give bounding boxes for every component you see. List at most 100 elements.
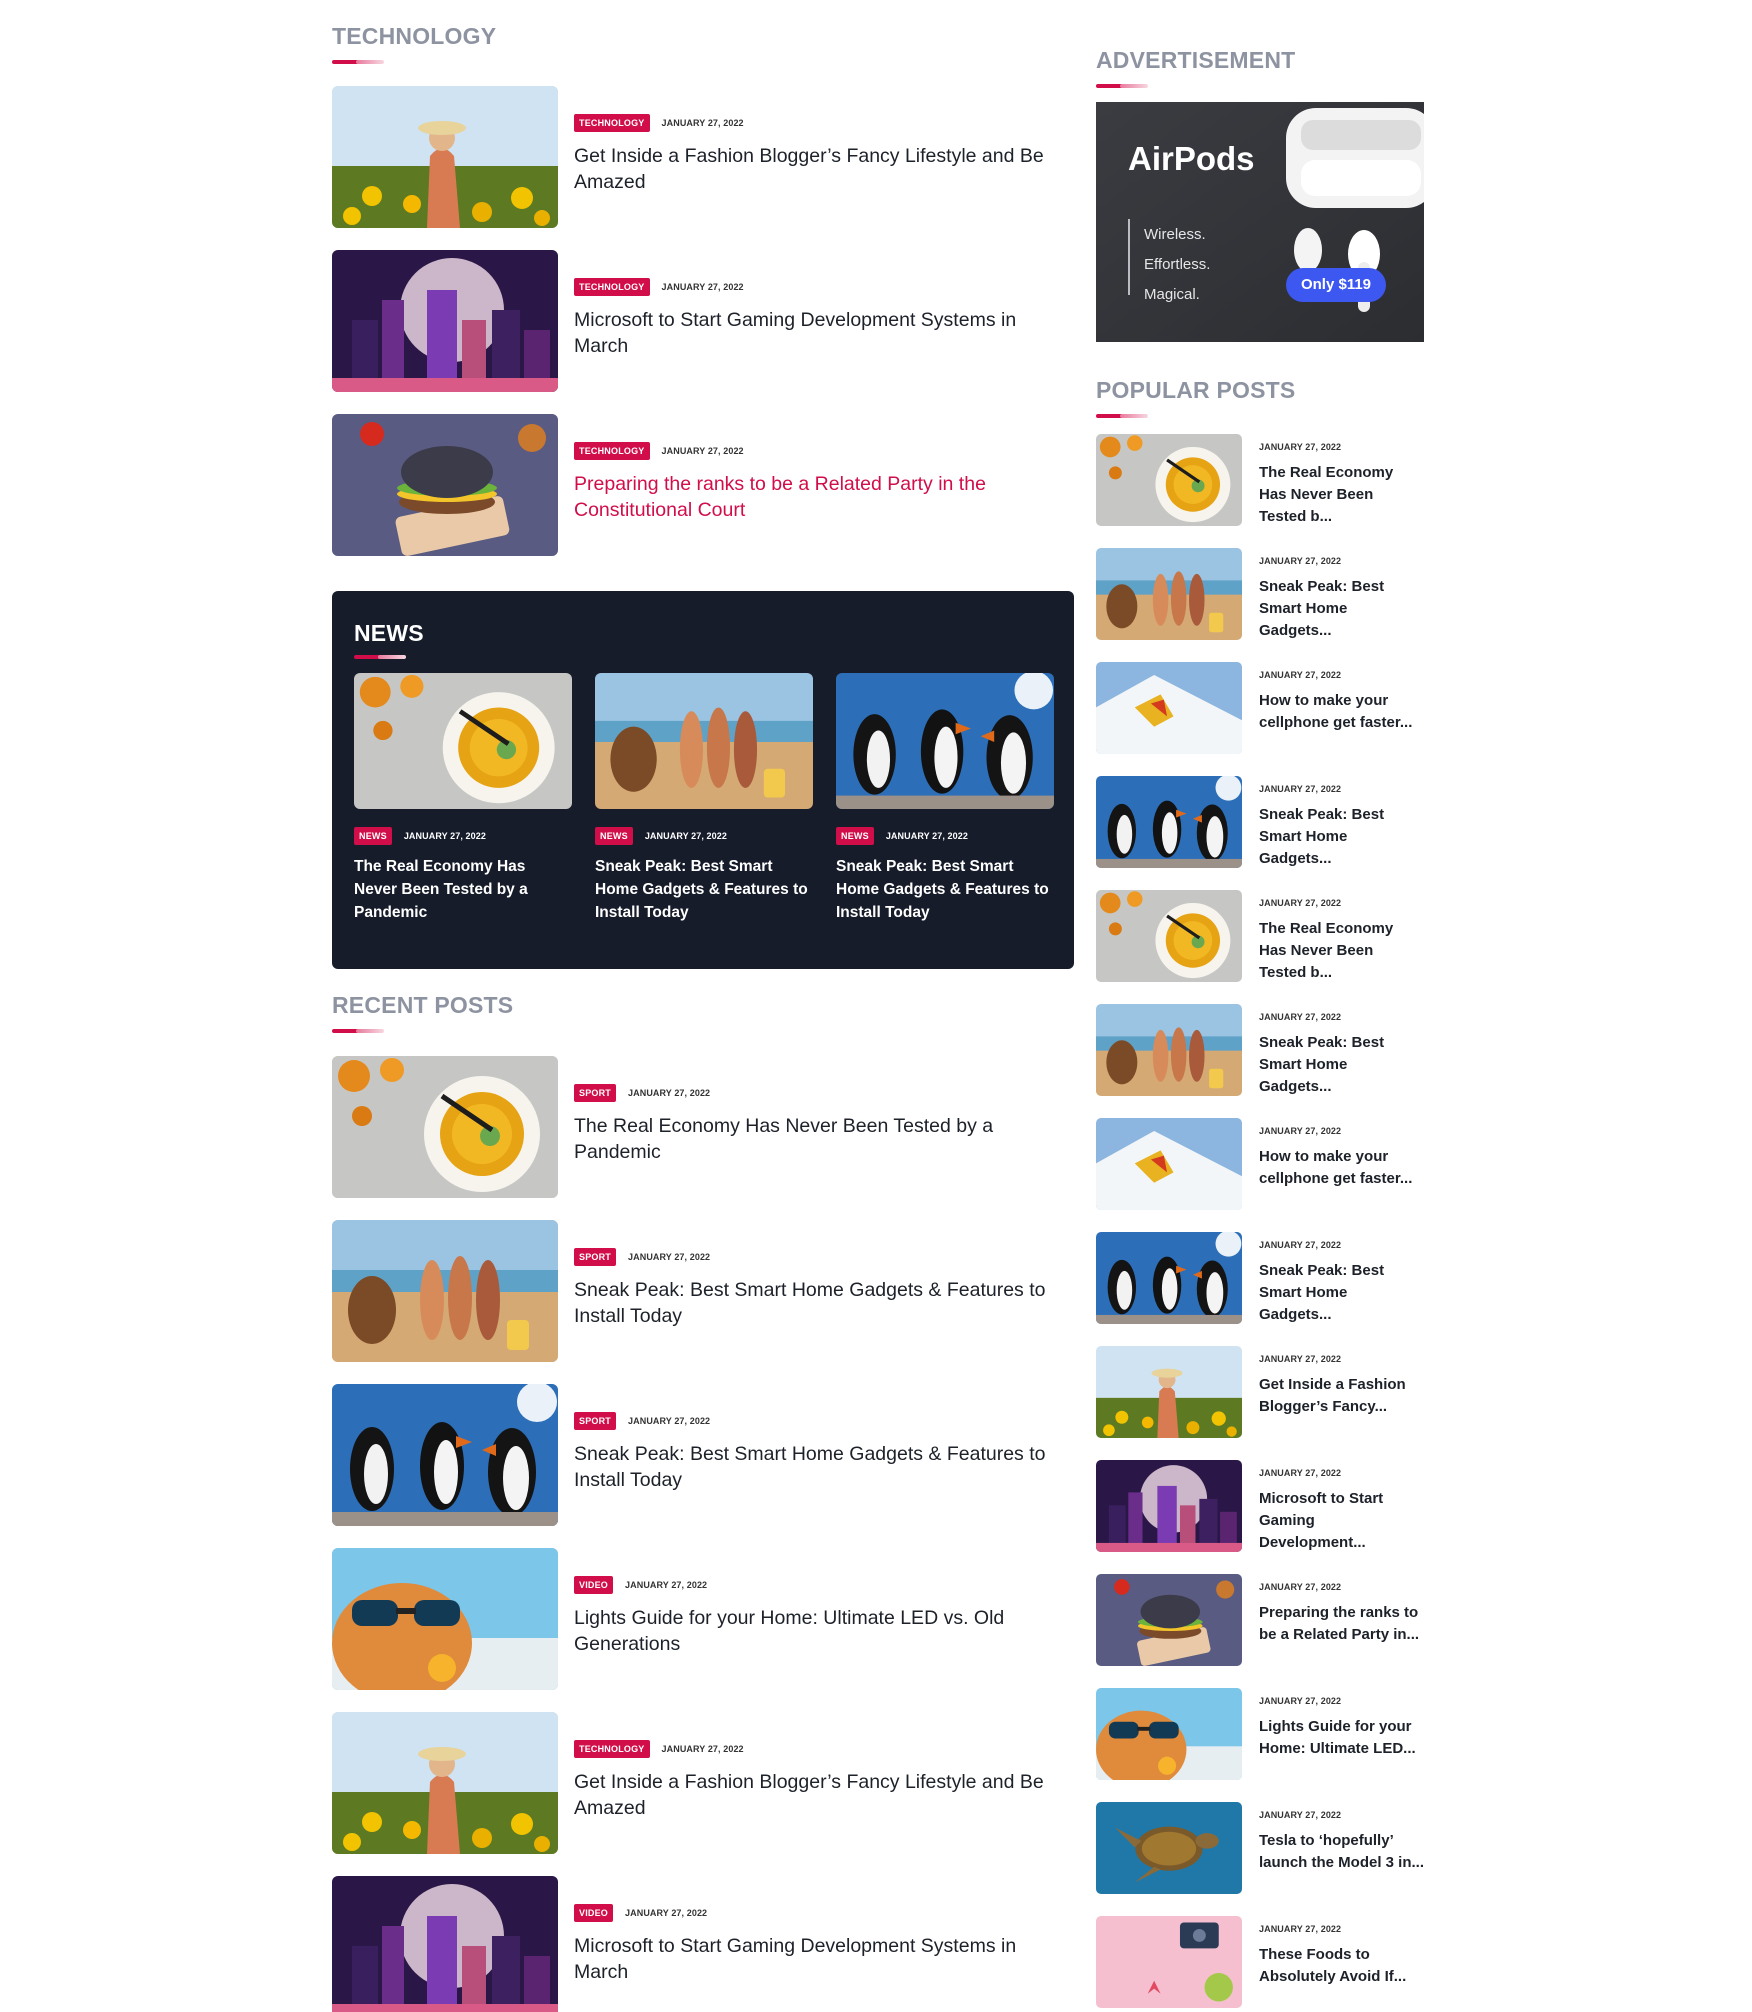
popular-post-title-link[interactable]: Sneak Peak: Best Smart Home Gadgets... <box>1259 804 1424 870</box>
category-badge[interactable]: TECHNOLOGY <box>574 442 650 460</box>
post-thumbnail[interactable] <box>332 1220 558 1362</box>
post-title-link[interactable]: Microsoft to Start Gaming Development Sy… <box>574 307 1074 359</box>
popular-post-thumbnail[interactable] <box>1096 434 1242 526</box>
popular-post-title-link[interactable]: The Real Economy Has Never Been Tested b… <box>1259 918 1424 984</box>
post-thumbnail[interactable] <box>332 250 558 392</box>
post-row[interactable]: TECHNOLOGY JANUARY 27, 2022 Get Inside a F… <box>332 86 1074 228</box>
post-title-link[interactable]: Get Inside a Fashion Blogger’s Fancy Lif… <box>574 143 1074 195</box>
post-date: JANUARY 27, 2022 <box>1259 1810 1342 1820</box>
category-badge[interactable]: SPORT <box>574 1412 617 1430</box>
post-title-link[interactable]: The Real Economy Has Never Been Tested b… <box>574 1113 1074 1165</box>
post-body: VIDEO JANUARY 27, 2022 Microsoft to Start … <box>574 1904 1074 1985</box>
popular-post-thumbnail[interactable] <box>1096 1574 1242 1666</box>
popular-post-item[interactable]: JANUARY 27, 2022 These Foods to Absolutel… <box>1096 1916 1424 2008</box>
popular-post-title-link[interactable]: How to make your cellphone get faster... <box>1259 1146 1424 1190</box>
popular-post-title-link[interactable]: Sneak Peak: Best Smart Home Gadgets... <box>1259 576 1424 642</box>
news-card[interactable]: NEWS JANUARY 27, 2022 Sneak Peak: Best Sma… <box>836 673 1054 924</box>
post-row[interactable]: VIDEO JANUARY 27, 2022 Lights Guide for yo… <box>332 1548 1074 1690</box>
popular-post-item[interactable]: JANUARY 27, 2022 Lights Guide for your Ho… <box>1096 1688 1424 1780</box>
news-title-link[interactable]: Sneak Peak: Best Smart Home Gadgets & Fe… <box>836 855 1054 924</box>
popular-post-thumbnail[interactable] <box>1096 1118 1242 1210</box>
post-row[interactable]: SPORT JANUARY 27, 2022 Sneak Peak: Best Sm… <box>332 1384 1074 1526</box>
popular-post-item[interactable]: JANUARY 27, 2022 Sneak Peak: Best Smart H… <box>1096 548 1424 640</box>
popular-post-thumbnail[interactable] <box>1096 1802 1242 1894</box>
post-row[interactable]: VIDEO JANUARY 27, 2022 Microsoft to Start … <box>332 1876 1074 2012</box>
popular-post-title-link[interactable]: Tesla to ‘hopefully’ launch the Model 3 … <box>1259 1830 1424 1874</box>
post-thumbnail[interactable] <box>332 1548 558 1690</box>
post-row[interactable]: SPORT JANUARY 27, 2022 Sneak Peak: Best Sm… <box>332 1220 1074 1362</box>
news-thumbnail[interactable] <box>354 673 572 809</box>
popular-post-thumbnail[interactable] <box>1096 1916 1242 2008</box>
popular-post-title-link[interactable]: These Foods to Absolutely Avoid If... <box>1259 1944 1424 1988</box>
popular-post-title-link[interactable]: Preparing the ranks to be a Related Part… <box>1259 1602 1424 1646</box>
post-title-link[interactable]: Sneak Peak: Best Smart Home Gadgets & Fe… <box>574 1441 1074 1493</box>
popular-post-title-link[interactable]: The Real Economy Has Never Been Tested b… <box>1259 462 1424 528</box>
popular-post-item[interactable]: JANUARY 27, 2022 The Real Economy Has Nev… <box>1096 434 1424 526</box>
popular-post-item[interactable]: JANUARY 27, 2022 Microsoft to Start Gamin… <box>1096 1460 1424 1552</box>
popular-post-thumbnail[interactable] <box>1096 1688 1242 1780</box>
popular-post-title-link[interactable]: Lights Guide for your Home: Ultimate LED… <box>1259 1716 1424 1760</box>
post-thumbnail[interactable] <box>332 86 558 228</box>
popular-post-thumbnail[interactable] <box>1096 548 1242 640</box>
category-badge[interactable]: VIDEO <box>574 1576 614 1594</box>
popular-post-item[interactable]: JANUARY 27, 2022 The Real Economy Has Nev… <box>1096 890 1424 982</box>
post-title-link[interactable]: Preparing the ranks to be a Related Part… <box>574 471 1074 523</box>
popular-post-title-link[interactable]: Sneak Peak: Best Smart Home Gadgets... <box>1259 1032 1424 1098</box>
popular-post-thumbnail[interactable] <box>1096 1460 1242 1552</box>
post-title-link[interactable]: Microsoft to Start Gaming Development Sy… <box>574 1933 1074 1985</box>
category-badge[interactable]: VIDEO <box>574 1904 614 1922</box>
airpods-ad-banner[interactable]: AirPods Wireless. Effortless. Magical. O… <box>1096 102 1424 342</box>
post-thumbnail[interactable] <box>332 1056 558 1198</box>
section-title: ADVERTISEMENT <box>1096 47 1296 73</box>
post-thumbnail[interactable] <box>332 414 558 556</box>
post-date: JANUARY 27, 2022 <box>1259 1240 1342 1250</box>
popular-post-body: JANUARY 27, 2022 Lights Guide for your Ho… <box>1259 1696 1424 1760</box>
news-thumbnail[interactable] <box>595 673 813 809</box>
news-card[interactable]: NEWS JANUARY 27, 2022 The Real Economy Has… <box>354 673 572 924</box>
popular-post-body: JANUARY 27, 2022 Sneak Peak: Best Smart H… <box>1259 784 1424 870</box>
post-row[interactable]: SPORT JANUARY 27, 2022 The Real Economy Ha… <box>332 1056 1074 1198</box>
popular-post-item[interactable]: JANUARY 27, 2022 Tesla to ‘hopefully’ lau… <box>1096 1802 1424 1894</box>
popular-post-title-link[interactable]: Sneak Peak: Best Smart Home Gadgets... <box>1259 1260 1424 1326</box>
category-badge[interactable]: SPORT <box>574 1248 617 1266</box>
news-title-link[interactable]: The Real Economy Has Never Been Tested b… <box>354 855 572 924</box>
category-badge[interactable]: SPORT <box>574 1084 617 1102</box>
popular-post-thumbnail[interactable] <box>1096 1232 1242 1324</box>
popular-post-thumbnail[interactable] <box>1096 662 1242 754</box>
popular-post-item[interactable]: JANUARY 27, 2022 How to make your cellpho… <box>1096 1118 1424 1210</box>
ad-price-button[interactable]: Only $119 <box>1286 268 1386 302</box>
popular-post-thumbnail[interactable] <box>1096 1346 1242 1438</box>
popular-post-item[interactable]: JANUARY 27, 2022 Sneak Peak: Best Smart H… <box>1096 776 1424 868</box>
popular-post-body: JANUARY 27, 2022 Sneak Peak: Best Smart H… <box>1259 1240 1424 1326</box>
post-body: TECHNOLOGY JANUARY 27, 2022 Microsoft to S… <box>574 278 1074 359</box>
category-badge[interactable]: NEWS <box>836 827 874 845</box>
post-row[interactable]: TECHNOLOGY JANUARY 27, 2022 Preparing the … <box>332 414 1074 556</box>
category-badge[interactable]: NEWS <box>595 827 633 845</box>
popular-post-title-link[interactable]: How to make your cellphone get faster... <box>1259 690 1424 734</box>
popular-post-item[interactable]: JANUARY 27, 2022 Sneak Peak: Best Smart H… <box>1096 1232 1424 1324</box>
news-card[interactable]: NEWS JANUARY 27, 2022 Sneak Peak: Best Sma… <box>595 673 813 924</box>
post-title-link[interactable]: Sneak Peak: Best Smart Home Gadgets & Fe… <box>574 1277 1074 1329</box>
category-badge[interactable]: TECHNOLOGY <box>574 114 650 132</box>
post-title-link[interactable]: Get Inside a Fashion Blogger’s Fancy Lif… <box>574 1769 1074 1821</box>
post-row[interactable]: TECHNOLOGY JANUARY 27, 2022 Microsoft to S… <box>332 250 1074 392</box>
post-thumbnail[interactable] <box>332 1876 558 2012</box>
popular-post-item[interactable]: JANUARY 27, 2022 How to make your cellpho… <box>1096 662 1424 754</box>
popular-post-thumbnail[interactable] <box>1096 776 1242 868</box>
news-title-link[interactable]: Sneak Peak: Best Smart Home Gadgets & Fe… <box>595 855 813 924</box>
post-thumbnail[interactable] <box>332 1384 558 1526</box>
popular-post-item[interactable]: JANUARY 27, 2022 Preparing the ranks to b… <box>1096 1574 1424 1666</box>
post-row[interactable]: TECHNOLOGY JANUARY 27, 2022 Get Inside a F… <box>332 1712 1074 1854</box>
category-badge[interactable]: NEWS <box>354 827 392 845</box>
popular-post-title-link[interactable]: Get Inside a Fashion Blogger’s Fancy... <box>1259 1374 1424 1418</box>
popular-post-thumbnail[interactable] <box>1096 1004 1242 1096</box>
category-badge[interactable]: TECHNOLOGY <box>574 1740 650 1758</box>
popular-post-thumbnail[interactable] <box>1096 890 1242 982</box>
post-title-link[interactable]: Lights Guide for your Home: Ultimate LED… <box>574 1605 1074 1657</box>
post-thumbnail[interactable] <box>332 1712 558 1854</box>
category-badge[interactable]: TECHNOLOGY <box>574 278 650 296</box>
popular-post-item[interactable]: JANUARY 27, 2022 Get Inside a Fashion Blo… <box>1096 1346 1424 1438</box>
popular-post-item[interactable]: JANUARY 27, 2022 Sneak Peak: Best Smart H… <box>1096 1004 1424 1096</box>
news-thumbnail[interactable] <box>836 673 1054 809</box>
popular-post-title-link[interactable]: Microsoft to Start Gaming Development... <box>1259 1488 1424 1554</box>
